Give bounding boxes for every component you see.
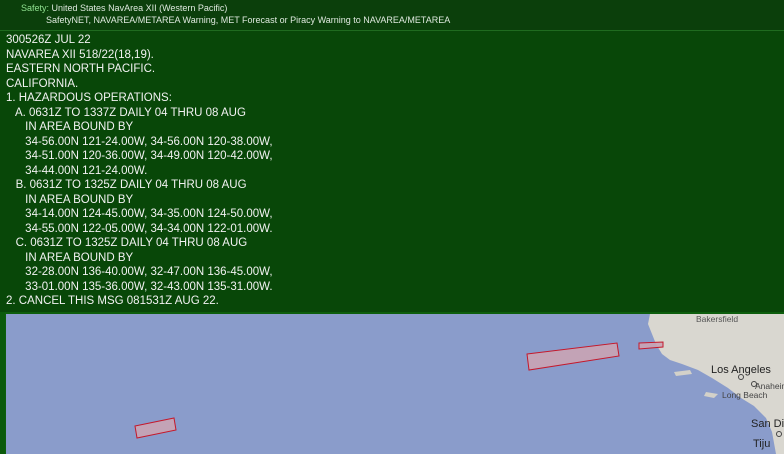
message-line: 1. HAZARDOUS OPERATIONS: <box>6 92 172 104</box>
map-canvas[interactable]: Bakersfield Los Angeles Anaheim Long Bea… <box>6 314 784 454</box>
message-line: 34-56.00N 121-24.00W, 34-56.00N 120-38.0… <box>6 135 273 148</box>
message-line: 34-55.00N 122-05.00W, 34-34.00N 122-01.0… <box>6 222 273 235</box>
warning-header: Safety: United States NavArea XII (Weste… <box>0 0 784 31</box>
message-line: 32-28.00N 136-40.00W, 32-47.00N 136-45.0… <box>6 266 273 278</box>
message-line: NAVAREA XII 518/22(18,19). <box>6 48 154 61</box>
message-line: 34-51.00N 120-36.00W, 34-49.00N 120-42.0… <box>6 150 273 162</box>
warning-type-subtitle: SafetyNET, NAVAREA/METAREA Warning, MET … <box>46 15 451 25</box>
navarea-name: United States NavArea XII (Western Pacif… <box>51 3 228 13</box>
message-line: IN AREA BOUND BY <box>6 251 134 264</box>
city-label-tijuana: Tiju <box>753 438 770 450</box>
message-line: 300526Z JUL 22 <box>6 34 91 46</box>
message-line: C. 0631Z TO 1325Z DAILY 04 THRU 08 AUG <box>6 237 248 249</box>
city-label-bakersfield: Bakersfield <box>696 314 738 324</box>
city-label-los-angeles: Los Angeles <box>711 364 771 376</box>
message-line: 34-44.00N 121-24.00W. <box>6 164 148 177</box>
message-line: 2. CANCEL THIS MSG 081531Z AUG 22. <box>6 295 219 307</box>
header-title-line: Safety: United States NavArea XII (Weste… <box>21 3 227 13</box>
message-line: CALIFORNIA. <box>6 77 79 90</box>
message-text-panel[interactable]: 300526Z JUL 22 NAVAREA XII 518/22(18,19).… <box>0 31 784 312</box>
message-line: 34-14.00N 124-45.00W, 34-35.00N 124-50.0… <box>6 208 273 220</box>
message-line: IN AREA BOUND BY <box>6 193 134 206</box>
city-label-long-beach: Long Beach <box>722 390 768 400</box>
message-line: 33-01.00N 135-36.00W, 32-43.00N 135-31.0… <box>6 280 273 293</box>
message-line: EASTERN NORTH PACIFIC. <box>6 63 156 75</box>
category-label: Safety: <box>21 3 50 13</box>
map-panel[interactable]: Bakersfield Los Angeles Anaheim Long Bea… <box>5 312 784 454</box>
message-line: B. 0631Z TO 1325Z DAILY 04 THRU 08 AUG <box>6 179 247 191</box>
city-label-san-diego: San Di <box>751 418 784 430</box>
message-line: A. 0631Z TO 1337Z DAILY 04 THRU 08 AUG <box>6 106 246 119</box>
message-line: IN AREA BOUND BY <box>6 121 134 133</box>
